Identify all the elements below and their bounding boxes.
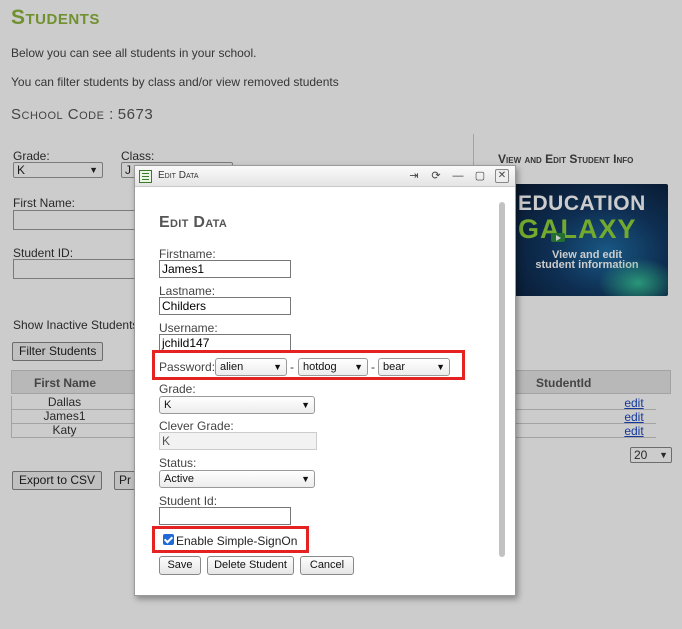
- dialog-title: Edit Data: [158, 170, 199, 181]
- password-word2-select[interactable]: hotdog ▼: [298, 358, 368, 376]
- cancel-button[interactable]: Cancel: [300, 556, 354, 575]
- firstname-input[interactable]: James1: [159, 260, 291, 278]
- chevron-down-icon: ▼: [436, 362, 445, 372]
- lastname-label: Lastname:: [159, 284, 216, 298]
- password-separator: -: [371, 360, 375, 374]
- dialog-titlebar[interactable]: Edit Data ⇥ ⟳ — ▢ ✕: [135, 166, 515, 187]
- status-select[interactable]: Active ▼: [159, 470, 315, 488]
- chevron-down-icon: ▼: [301, 400, 310, 410]
- password-separator: -: [290, 360, 294, 374]
- chevron-down-icon: ▼: [301, 474, 310, 484]
- password-word1-select[interactable]: alien ▼: [215, 358, 287, 376]
- dialog-heading: Edit Data: [159, 214, 228, 231]
- student-id-input[interactable]: [159, 507, 291, 525]
- close-icon[interactable]: ✕: [495, 169, 509, 183]
- password-label: Password:: [159, 360, 216, 374]
- maximize-icon[interactable]: ▢: [473, 169, 487, 183]
- chevron-down-icon: ▼: [354, 362, 363, 372]
- username-label: Username:: [159, 321, 218, 335]
- grade-label: Grade:: [159, 382, 196, 396]
- grade-select[interactable]: K ▼: [159, 396, 315, 414]
- edit-data-dialog: Edit Data ⇥ ⟳ — ▢ ✕ Edit Data Firstname:…: [134, 165, 516, 596]
- sso-checkbox[interactable]: [163, 534, 174, 545]
- delete-student-button[interactable]: Delete Student: [207, 556, 294, 575]
- chevron-down-icon: ▼: [273, 362, 282, 372]
- form-window-icon: [139, 170, 152, 183]
- status-label: Status:: [159, 456, 197, 470]
- minimize-icon[interactable]: —: [451, 169, 465, 183]
- refresh-icon[interactable]: ⟳: [429, 169, 443, 183]
- student-id-label: Student Id:: [159, 494, 218, 508]
- clever-grade-field: K: [159, 432, 317, 450]
- dialog-scrollbar-thumb[interactable]: [499, 202, 505, 557]
- password-word3-select[interactable]: bear ▼: [378, 358, 450, 376]
- sso-label[interactable]: Enable Simple-SignOn: [176, 534, 297, 548]
- clever-grade-label: Clever Grade:: [159, 419, 234, 433]
- save-button[interactable]: Save: [159, 556, 201, 575]
- pin-icon[interactable]: ⇥: [407, 169, 421, 183]
- firstname-label: Firstname:: [159, 247, 216, 261]
- lastname-input[interactable]: Childers: [159, 297, 291, 315]
